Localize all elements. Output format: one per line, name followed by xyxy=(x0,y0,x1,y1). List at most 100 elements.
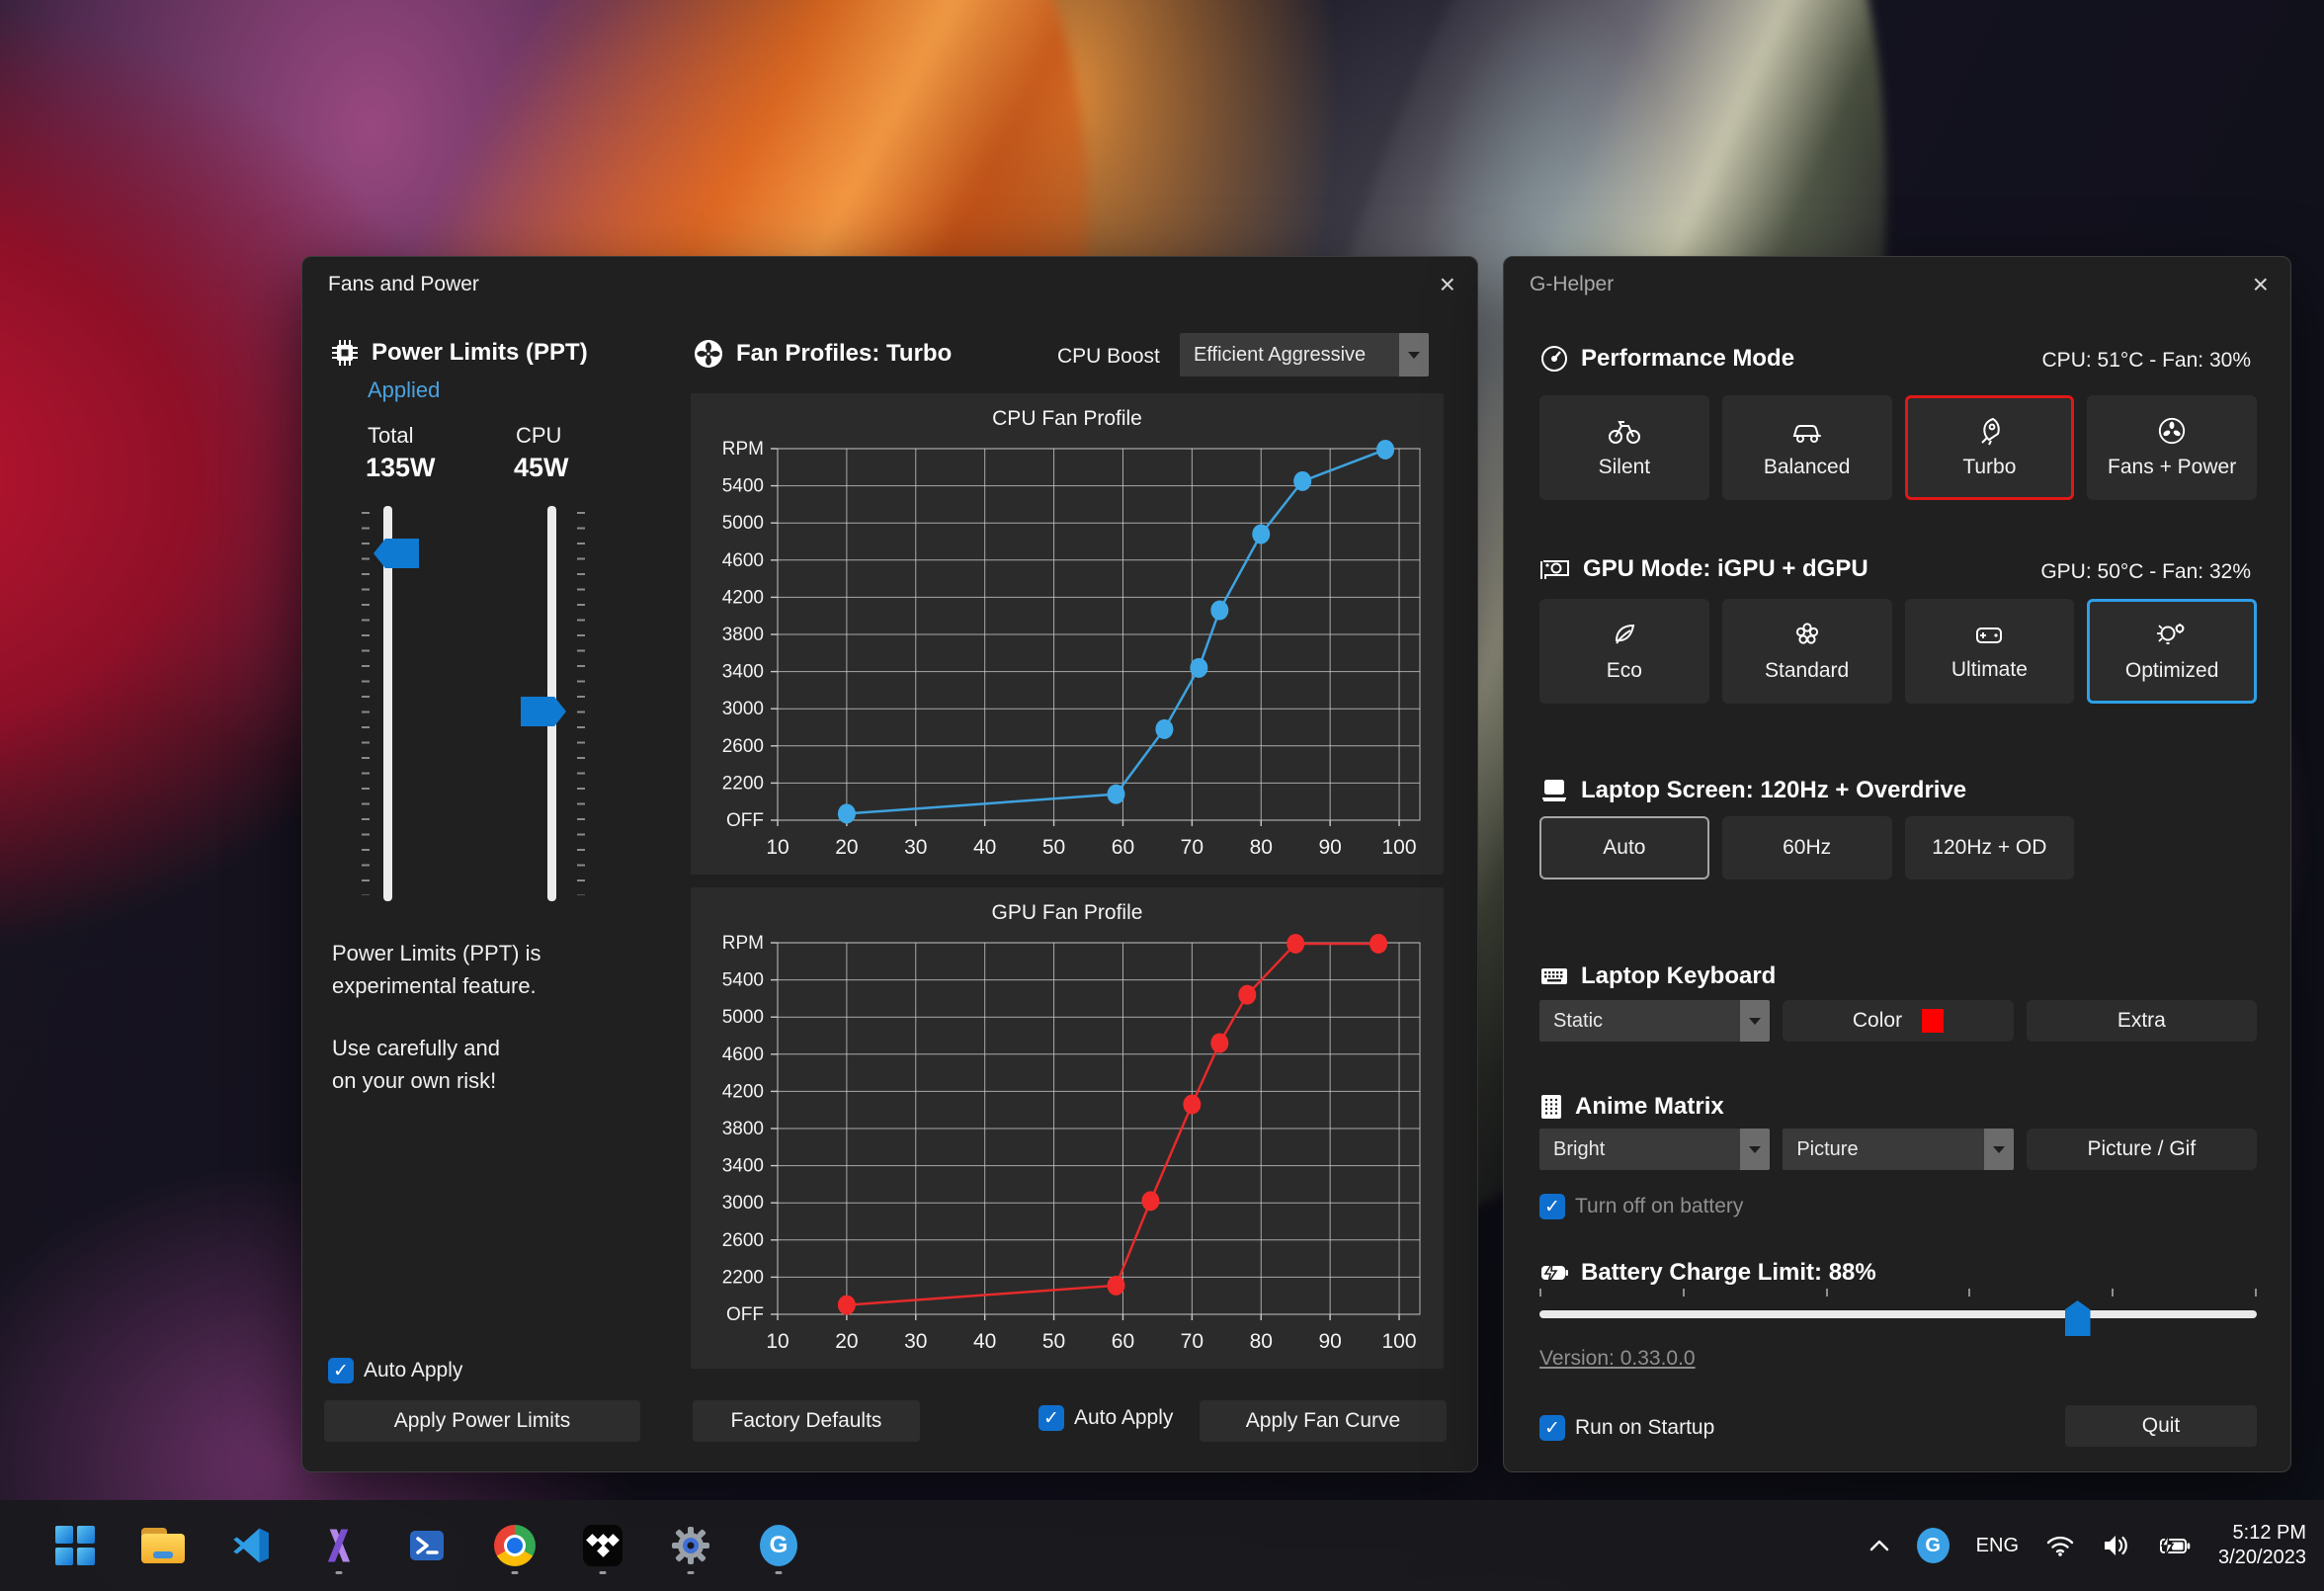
keyboard-icon xyxy=(1539,964,1569,988)
chevron-down-icon[interactable] xyxy=(1984,1129,2014,1170)
optimized-gpu-button[interactable]: Optimized xyxy=(2087,599,2257,704)
language-indicator[interactable]: ENG xyxy=(1976,1535,2019,1557)
visual-studio-button[interactable] xyxy=(315,1513,363,1578)
battery-charge-slider[interactable] xyxy=(1539,1289,2257,1338)
tray-chevron-up-icon[interactable] xyxy=(1868,1538,1890,1553)
fan-profiles-heading: Fan Profiles: Turbo xyxy=(693,338,952,370)
fans-titlebar[interactable]: Fans and Power × xyxy=(302,257,1477,312)
keyboard-mode-dropdown[interactable]: Static xyxy=(1539,1000,1770,1042)
checkbox[interactable] xyxy=(1038,1405,1064,1431)
fan-icon xyxy=(693,338,724,370)
svg-text:3800: 3800 xyxy=(722,1119,764,1139)
svg-text:3400: 3400 xyxy=(722,1156,764,1177)
battery-charge-limit-heading: Battery Charge Limit: 88% xyxy=(1539,1259,1876,1287)
anime-content-dropdown[interactable]: Picture xyxy=(1783,1129,2013,1170)
chevron-down-icon[interactable] xyxy=(1740,1000,1770,1042)
fans-and-power-window: Fans and Power × Power Limits (PPT) Appl… xyxy=(301,256,1478,1472)
slider-thumb[interactable] xyxy=(2065,1300,2091,1336)
checkbox[interactable] xyxy=(328,1358,354,1383)
clock-date: 3/20/2023 xyxy=(2218,1546,2306,1570)
svg-text:RPM: RPM xyxy=(722,439,764,460)
chrome-icon xyxy=(494,1525,536,1566)
power-auto-apply-checkbox-row[interactable]: Auto Apply xyxy=(328,1358,462,1383)
chevron-down-icon[interactable] xyxy=(1740,1129,1770,1170)
gpu-mode-heading: GPU Mode: iGPU + dGPU xyxy=(1539,555,1868,583)
start-button[interactable] xyxy=(51,1513,99,1578)
apply-fan-curve-button[interactable]: Apply Fan Curve xyxy=(1200,1400,1447,1442)
windows-start-icon xyxy=(55,1526,95,1565)
svg-text:3000: 3000 xyxy=(722,1193,764,1214)
cpu-fan-curve-chart[interactable]: 102030405060708090100RPM5400500046004200… xyxy=(691,437,1444,872)
gamepad-icon xyxy=(1973,621,2005,648)
ultimate-gpu-button[interactable]: Ultimate xyxy=(1905,599,2075,704)
version-link[interactable]: Version: 0.33.0.0 xyxy=(1539,1347,1696,1371)
screen-60hz-button[interactable]: 60Hz xyxy=(1722,816,1892,879)
slider-thumb[interactable] xyxy=(521,697,566,726)
taskbar-clock[interactable]: 5:12 PM 3/20/2023 xyxy=(2218,1521,2306,1570)
fans-power-button[interactable]: Fans + Power xyxy=(2087,395,2257,500)
tidal-button[interactable] xyxy=(579,1513,626,1578)
cpu-value: 45W xyxy=(514,453,569,483)
running-indicator xyxy=(776,1571,783,1574)
picture-gif-button[interactable]: Picture / Gif xyxy=(2027,1129,2257,1170)
powershell-button[interactable] xyxy=(403,1513,451,1578)
keyboard-extra-button[interactable]: Extra xyxy=(2027,1000,2257,1042)
wifi-icon[interactable] xyxy=(2045,1534,2075,1557)
file-explorer-button[interactable] xyxy=(139,1513,187,1578)
silent-mode-button[interactable]: Silent xyxy=(1539,395,1709,500)
screen-120hz-od-button[interactable]: 120Hz + OD xyxy=(1905,816,2075,879)
run-on-startup-checkbox-row[interactable]: Run on Startup xyxy=(1539,1415,1714,1441)
eco-gpu-button[interactable]: Eco xyxy=(1539,599,1709,704)
apply-power-limits-button[interactable]: Apply Power Limits xyxy=(324,1400,640,1442)
svg-text:80: 80 xyxy=(1250,1330,1273,1353)
cpu-chip-icon xyxy=(330,338,360,368)
tidal-icon xyxy=(583,1525,622,1566)
svg-text:10: 10 xyxy=(766,836,788,859)
close-icon[interactable]: × xyxy=(1440,271,1455,298)
chevron-down-icon[interactable] xyxy=(1399,333,1429,377)
standard-gpu-button[interactable]: Standard xyxy=(1722,599,1892,704)
cpu-boost-dropdown[interactable]: Efficient Aggressive xyxy=(1180,333,1429,377)
gauge-icon xyxy=(1539,344,1569,374)
battery-bolt-icon xyxy=(1539,1260,1569,1286)
slider-ticks xyxy=(577,512,585,895)
close-icon[interactable]: × xyxy=(2253,271,2269,298)
svg-text:40: 40 xyxy=(973,1330,996,1353)
ghelper-titlebar[interactable]: G-Helper × xyxy=(1504,257,2290,312)
turbo-mode-button[interactable]: Turbo xyxy=(1905,395,2075,500)
fan-auto-apply-checkbox-row[interactable]: Auto Apply xyxy=(1038,1405,1173,1431)
checkbox[interactable] xyxy=(1539,1415,1565,1441)
power-limits-status: Applied xyxy=(368,377,440,403)
balanced-mode-button[interactable]: Balanced xyxy=(1722,395,1892,500)
slider-track[interactable] xyxy=(1539,1310,2257,1318)
cpu-power-slider[interactable] xyxy=(526,506,585,901)
anime-brightness-dropdown[interactable]: Bright xyxy=(1539,1129,1770,1170)
vscode-icon xyxy=(231,1526,271,1565)
factory-defaults-button[interactable]: Factory Defaults xyxy=(693,1400,920,1442)
slider-thumb[interactable] xyxy=(374,539,419,568)
svg-text:20: 20 xyxy=(835,1330,858,1353)
vscode-button[interactable] xyxy=(227,1513,275,1578)
speaker-icon[interactable] xyxy=(2102,1533,2131,1558)
g-helper-taskbar-button[interactable]: G xyxy=(755,1513,802,1578)
svg-text:3800: 3800 xyxy=(722,625,764,645)
g-helper-tray-icon[interactable]: G xyxy=(1917,1528,1950,1563)
checkbox[interactable] xyxy=(1539,1194,1565,1219)
cpu-temp-fan-status: CPU: 51°C - Fan: 30% xyxy=(2042,349,2251,373)
cpu-chart-title: CPU Fan Profile xyxy=(691,407,1444,431)
svg-text:30: 30 xyxy=(904,836,927,859)
screen-auto-button[interactable]: Auto xyxy=(1539,816,1709,879)
quit-button[interactable]: Quit xyxy=(2065,1405,2257,1447)
svg-text:5400: 5400 xyxy=(722,476,764,497)
anime-battery-checkbox-row[interactable]: Turn off on battery xyxy=(1539,1194,1743,1219)
gpu-fan-curve-chart[interactable]: 102030405060708090100RPM5400500046004200… xyxy=(691,931,1444,1366)
svg-text:40: 40 xyxy=(973,836,996,859)
keyboard-color-button[interactable]: Color xyxy=(1783,1000,2013,1042)
svg-text:2200: 2200 xyxy=(722,773,764,794)
battery-charging-icon[interactable] xyxy=(2158,1533,2192,1558)
total-power-slider[interactable] xyxy=(362,506,421,901)
slider-ticks xyxy=(1539,1289,2257,1297)
chrome-button[interactable] xyxy=(491,1513,539,1578)
settings-button[interactable] xyxy=(667,1513,714,1578)
svg-text:3000: 3000 xyxy=(722,699,764,719)
